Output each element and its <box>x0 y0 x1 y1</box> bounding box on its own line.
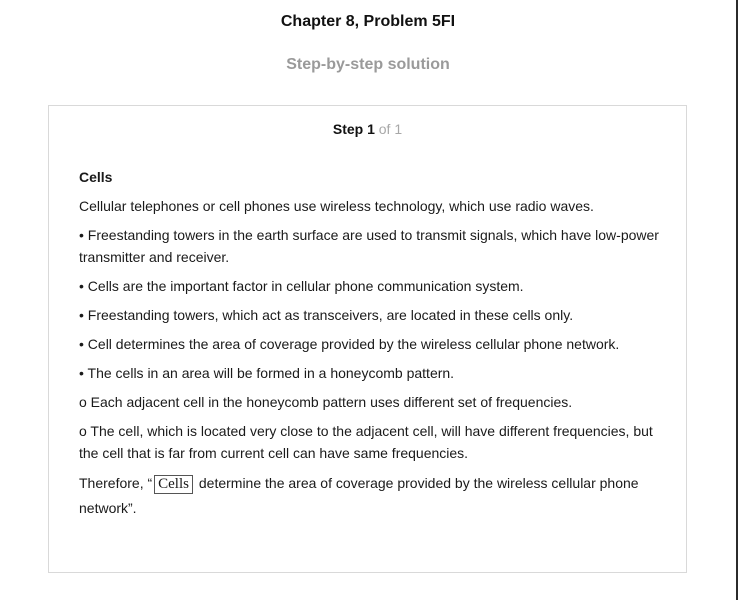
step-total: of 1 <box>378 121 403 137</box>
solution-bullet: • Freestanding towers, which act as tran… <box>79 307 574 323</box>
solution-conclusion: Therefore, “Cells determine the area of … <box>79 471 664 521</box>
solution-content: Cells Cellular telephones or cell phones… <box>79 167 664 528</box>
conclusion-prefix: Therefore, “ <box>79 475 153 491</box>
boxed-answer: Cells <box>154 475 193 494</box>
solution-heading: Cells <box>79 169 113 185</box>
step-indicator: Step 1 of 1 <box>49 120 686 138</box>
step-label: Step 1 <box>332 121 375 137</box>
solution-bullet: • Freestanding towers in the earth surfa… <box>79 227 659 265</box>
solution-bullet: • Cell determines the area of coverage p… <box>79 336 620 352</box>
solution-bullet: • The cells in an area will be formed in… <box>79 365 455 381</box>
chapter-title: Chapter 8, Problem 5FI <box>280 13 456 30</box>
solution-bullet: • Cells are the important factor in cell… <box>79 278 524 294</box>
solution-sub-bullet: o Each adjacent cell in the honeycomb pa… <box>79 394 573 410</box>
solution-subtitle: Step-by-step solution <box>286 56 450 73</box>
solution-paragraph: Cellular telephones or cell phones use w… <box>79 198 594 214</box>
solution-sub-bullet: o The cell, which is located very close … <box>79 423 653 461</box>
solution-card: Step 1 of 1 Cells Cellular telephones or… <box>48 105 687 573</box>
page-header: Chapter 8, Problem 5FI <box>0 10 736 34</box>
